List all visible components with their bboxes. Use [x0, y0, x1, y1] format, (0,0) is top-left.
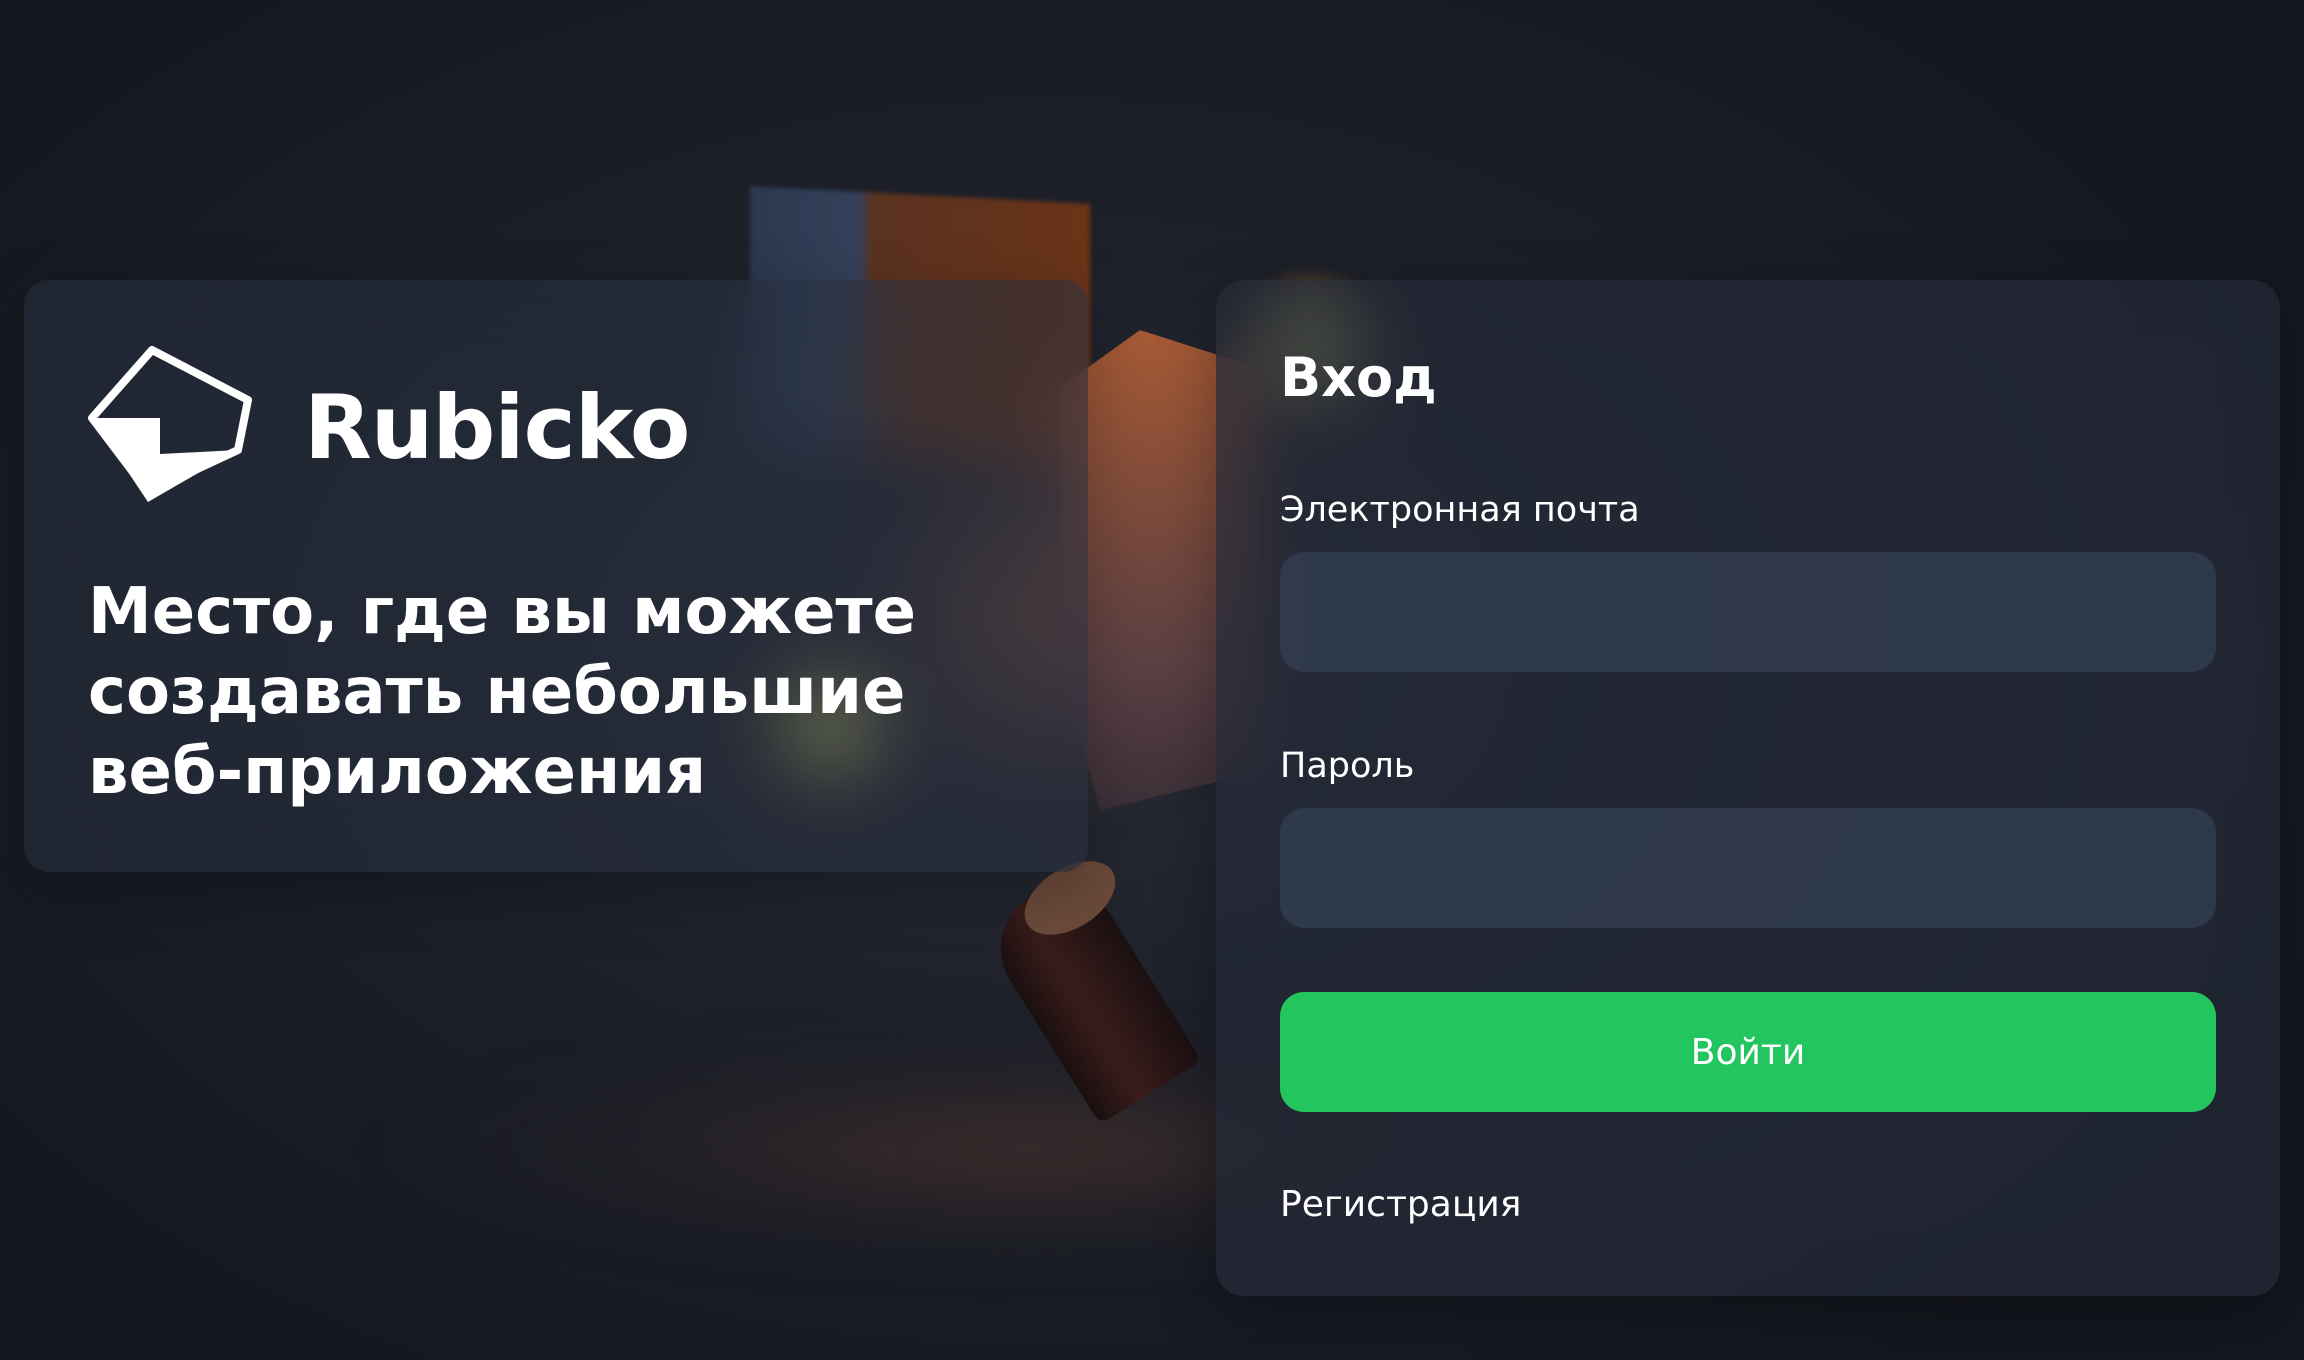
rubicko-logo-icon: [88, 346, 252, 502]
email-field[interactable]: [1280, 552, 2216, 672]
password-field[interactable]: [1280, 808, 2216, 928]
brand-name: Rubicko: [304, 375, 690, 479]
login-button[interactable]: Войти: [1280, 992, 2216, 1112]
brand-logo: Rubicko: [88, 342, 690, 512]
email-label: Электронная почта: [1280, 490, 1640, 530]
login-title: Вход: [1280, 346, 1437, 409]
login-panel: Вход Электронная почта Пароль Войти Реги…: [1216, 280, 2280, 1296]
hero-panel: Rubicko Место, где вы можете создавать н…: [24, 280, 1088, 872]
register-link[interactable]: Регистрация: [1280, 1184, 1521, 1225]
password-label: Пароль: [1280, 746, 1415, 786]
hero-tagline: Место, где вы можете создавать небольшие…: [88, 575, 917, 809]
background-cylinder: [978, 865, 1202, 1125]
